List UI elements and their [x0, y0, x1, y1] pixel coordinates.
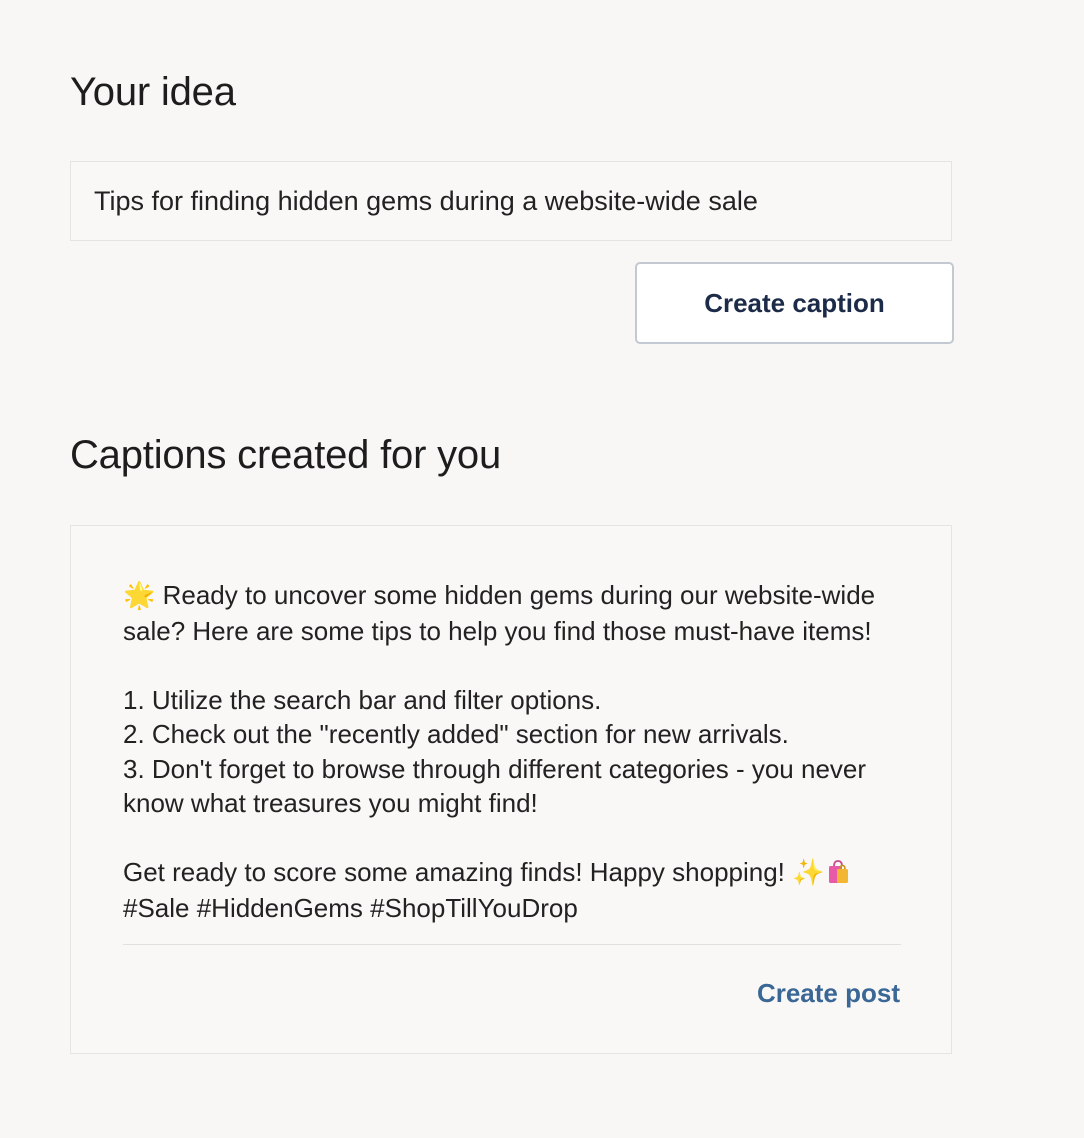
glowing-star-icon: 🌟 [123, 581, 156, 611]
caption-intro: 🌟 Ready to uncover some hidden gems duri… [123, 578, 913, 648]
caption-tip: 1. Utilize the search bar and filter opt… [123, 684, 602, 715]
caption-tip: 3. Don't forget to browse through differ… [123, 753, 867, 819]
idea-input[interactable] [70, 161, 952, 241]
caption-intro-text: Ready to uncover some hidden gems during… [123, 580, 876, 646]
caption-card: 🌟 Ready to uncover some hidden gems duri… [70, 525, 952, 1054]
your-idea-heading: Your idea [70, 70, 236, 114]
create-caption-button[interactable]: Create caption [635, 262, 954, 344]
caption-closing: Get ready to score some amazing finds! H… [123, 855, 913, 891]
caption-generator-page: Your idea Create caption Captions create… [0, 0, 1084, 1138]
create-post-link[interactable]: Create post [757, 978, 900, 1009]
caption-closing-text: Get ready to score some amazing finds! H… [123, 857, 785, 887]
caption-hashtags: #Sale #HiddenGems #ShopTillYouDrop [123, 892, 578, 923]
caption-tip: 2. Check out the "recently added" sectio… [123, 719, 789, 749]
caption-divider [123, 944, 901, 945]
caption-text: 🌟 Ready to uncover some hidden gems duri… [123, 578, 913, 925]
shopping-bags-icon [827, 858, 849, 883]
captions-heading: Captions created for you [70, 433, 502, 477]
sparkles-icon: ✨ [792, 858, 825, 888]
